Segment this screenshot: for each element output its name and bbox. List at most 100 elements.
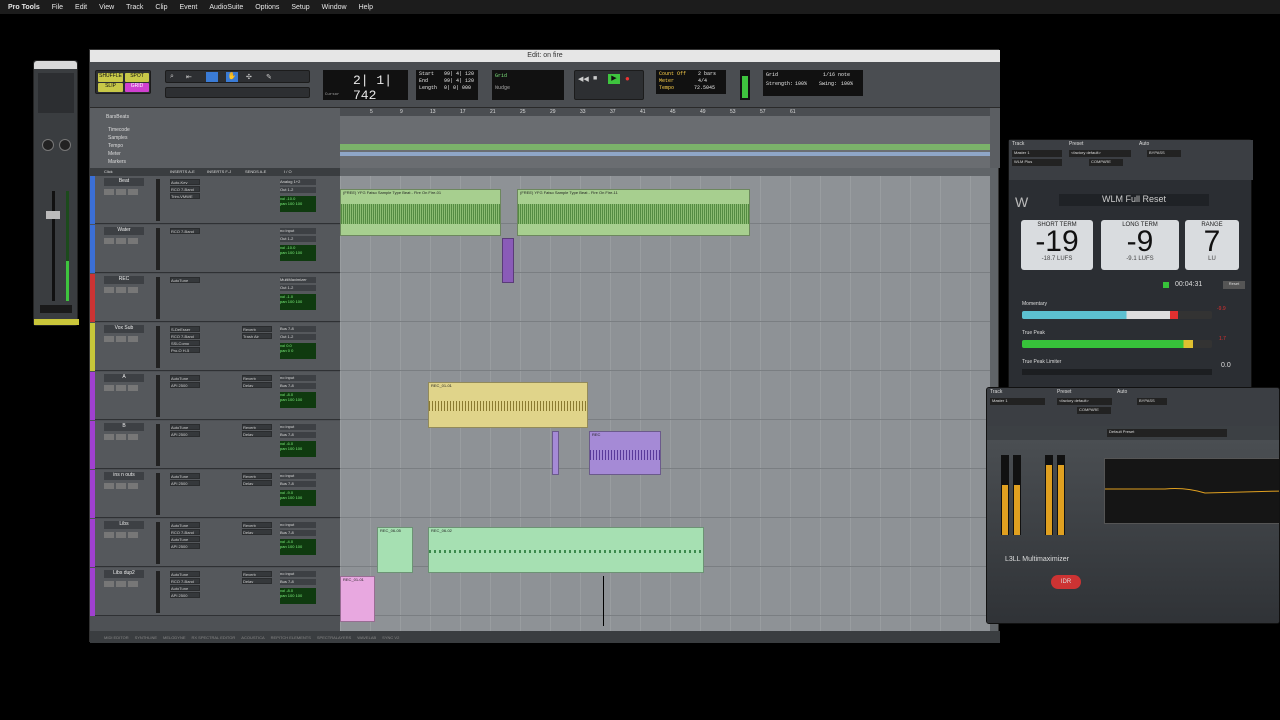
bottom-tab[interactable]: SPECTRALAYERS [317, 635, 351, 640]
insert-slot[interactable]: API 2500 [170, 543, 200, 549]
menu-event[interactable]: Event [179, 4, 197, 11]
insert-slot[interactable]: API 2500 [170, 382, 200, 388]
track-input-select[interactable]: no input [280, 228, 316, 234]
selection-counters[interactable]: Start End Length 99| 4| 120 99| 4| 120 0… [416, 70, 478, 100]
insert-slot[interactable]: RCQ 7-Band [170, 578, 200, 584]
ruler-markers[interactable]: Markers [108, 158, 130, 166]
pencil-icon[interactable]: ✎ [266, 73, 276, 81]
solo-button[interactable] [116, 238, 126, 244]
grid-nudge-panel[interactable]: Grid Nudge [492, 70, 564, 100]
send-slot[interactable]: Reverb [242, 473, 272, 479]
track-name[interactable]: ins n outs [104, 472, 144, 480]
clip-beat-1[interactable]: (FREE) YFG Fatso Sample Type Beat - Fire… [340, 189, 501, 236]
track-input-select[interactable]: no input [280, 375, 316, 381]
record-button[interactable] [104, 532, 114, 538]
solo-button[interactable] [116, 287, 126, 293]
insert-slot[interactable]: API 2500 [170, 592, 200, 598]
wlm-compare-button[interactable]: COMPARE [1089, 159, 1123, 166]
send-slot[interactable]: Reverb [242, 424, 272, 430]
tempo-meter-panel[interactable]: Count Off Meter Tempo 2 bars 4/4 72.5045 [656, 70, 726, 94]
solo-button[interactable] [116, 189, 126, 195]
track-input-select[interactable]: no input [280, 473, 316, 479]
record-button[interactable] [104, 189, 114, 195]
track-output-select[interactable]: Bus 7-8 [280, 579, 316, 585]
bottom-tab[interactable]: MIDI EDITOR [104, 635, 129, 640]
bars-ruler[interactable]: 5 9 13 17 21 25 29 33 37 41 45 49 53 57 61 [340, 108, 990, 116]
insert-slot[interactable]: AutoTune [170, 522, 200, 528]
record-button[interactable] [104, 581, 114, 587]
track-header[interactable]: Libs dup2 AutoTune RCQ 7-Band AutoTune API 2… [90, 568, 340, 616]
slip-mode-button[interactable]: SLIP [98, 83, 123, 92]
mute-button[interactable] [128, 385, 138, 391]
mute-button[interactable] [128, 581, 138, 587]
insert-slot[interactable]: API 2500 [170, 480, 200, 486]
scrubber-icon[interactable]: ✣ [246, 73, 256, 81]
edit-window-title[interactable]: Edit: on fire [90, 50, 1000, 62]
insert-slot[interactable]: AutoTune [170, 375, 200, 381]
track-name[interactable]: Beat [104, 178, 144, 186]
track-header[interactable]: REC AutoTune MultiMaximizer Out 1-2 vol -1.0… [90, 274, 340, 322]
track-output-select[interactable]: Bus 7-8 [280, 383, 316, 389]
track-volume-pan[interactable]: vol -8.0 pan 100 100 [280, 392, 316, 408]
insert-slot[interactable]: Pro-Q H-5 [170, 347, 200, 353]
menu-edit[interactable]: Edit [75, 4, 87, 11]
send-slot[interactable]: Reverb [242, 375, 272, 381]
solo-button[interactable] [116, 434, 126, 440]
menu-track[interactable]: Track [126, 4, 143, 11]
main-counter-display[interactable]: 2| 1| 742 Cursor [323, 70, 408, 103]
track-header[interactable]: A AutoTune API 2500 Reverb Delay no input Bus … [90, 372, 340, 420]
grabber-icon[interactable]: ✋ [226, 72, 238, 82]
track-name[interactable]: Libs dup2 [104, 570, 144, 578]
wlm-insert-select[interactable]: WLM Plus [1012, 159, 1062, 166]
run-indicator[interactable] [1163, 282, 1169, 288]
wlm-preset-title[interactable]: WLM Full Reset [1059, 194, 1209, 206]
clip-timeline[interactable]: (FREE) YFG Fatso Sample Type Beat - Fire… [340, 176, 990, 639]
wlm-preset-select[interactable]: <factory default> [1069, 150, 1131, 157]
track-lane[interactable] [340, 274, 990, 322]
track-output-select[interactable]: Bus 7-8 [280, 432, 316, 438]
l3-eq-graph[interactable] [1104, 458, 1279, 524]
track-name[interactable]: Libs [104, 521, 144, 529]
mute-button[interactable] [128, 532, 138, 538]
record-button[interactable] [104, 385, 114, 391]
track-volume-pan[interactable]: vol -8.0 pan 100 100 [280, 588, 316, 604]
master-titlebar[interactable] [34, 61, 77, 69]
play-icon[interactable]: ▶ [608, 74, 620, 84]
pan-knob-right[interactable] [59, 139, 71, 151]
menu-view[interactable]: View [99, 4, 114, 11]
mute-button[interactable] [128, 287, 138, 293]
menu-file[interactable]: File [52, 4, 63, 11]
mute-button[interactable] [128, 238, 138, 244]
send-slot[interactable]: Delay [242, 431, 272, 437]
clip-beat-2[interactable]: (FREE) YFG Fatso Sample Type Beat - Fire… [517, 189, 750, 236]
track-input-select[interactable]: MultiMaximizer [280, 277, 316, 283]
track-header[interactable]: Beat Auto-Key RCQ 7-Band Trim-VMWE Analog 1+… [90, 176, 340, 224]
mute-button[interactable] [128, 336, 138, 342]
menu-pro-tools[interactable]: Pro Tools [8, 4, 40, 11]
track-input-select[interactable]: Bus 7-8 [280, 326, 316, 332]
bottom-tab[interactable]: RX SPECTRAL EDITOR [192, 635, 236, 640]
track-output-select[interactable]: Bus 7-8 [280, 530, 316, 536]
menu-options[interactable]: Options [255, 4, 279, 11]
selector-icon[interactable] [206, 72, 218, 82]
ruler-timecode[interactable]: Timecode [108, 126, 130, 134]
insert-slot[interactable]: RCQ 7-Band [170, 228, 200, 234]
clip-a-group[interactable]: REC_01-01 [428, 382, 588, 428]
insert-slot[interactable]: AutoTune [170, 424, 200, 430]
track-header[interactable]: Libs AutoTune RCQ 7-Band AutoTune API 2500 Re… [90, 519, 340, 567]
menu-window[interactable]: Window [322, 4, 347, 11]
track-input-select[interactable]: no input [280, 522, 316, 528]
track-volume-pan[interactable]: vol -10.0 pan 100 100 [280, 245, 316, 261]
send-slot[interactable]: Reverb [242, 522, 272, 528]
track-volume-pan[interactable]: vol 0.0 pan 0 0 [280, 343, 316, 359]
track-volume-pan[interactable]: vol -10.0 pan 100 100 [280, 196, 316, 212]
track-lane[interactable] [340, 421, 990, 469]
track-name[interactable]: A [104, 374, 144, 382]
send-slot[interactable]: Reverb [242, 326, 272, 332]
track-volume-pan[interactable]: vol -9.0 pan 100 100 [280, 490, 316, 506]
solo-button[interactable] [116, 532, 126, 538]
l3-preset-title[interactable]: Default Preset [1107, 429, 1227, 437]
insert-slot[interactable]: AutoTune [170, 277, 200, 283]
record-button[interactable] [104, 483, 114, 489]
track-lane[interactable] [340, 568, 990, 616]
